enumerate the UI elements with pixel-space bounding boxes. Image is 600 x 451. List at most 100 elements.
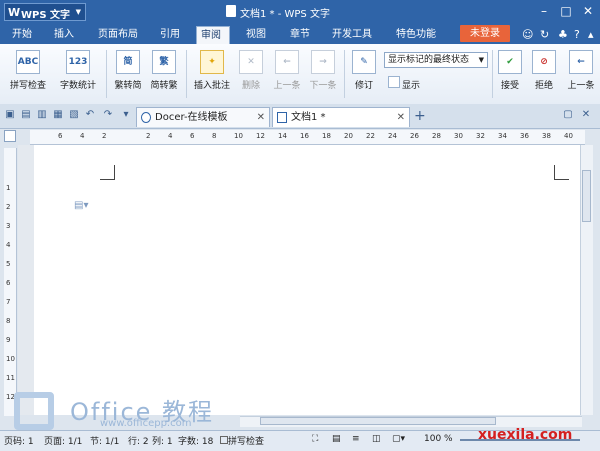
ruler-tick-label: 40 (564, 132, 573, 140)
simp-to-trad-label: 简转繁 (150, 81, 178, 91)
chevron-down-icon: ▼ (75, 8, 81, 16)
revise-button[interactable]: ✎ 修订 (348, 50, 380, 91)
page-view-icon[interactable]: ▤ (332, 434, 341, 444)
trad-to-simp-icon: 简 (116, 50, 140, 74)
ruler-tick-label: 4 (6, 241, 11, 249)
tab-chapter[interactable]: 章节 (286, 26, 314, 44)
refresh-icon[interactable]: ↻ (540, 28, 549, 41)
zoom-level[interactable]: 100 % (424, 434, 453, 444)
ruler-tick-label: 6 (190, 132, 195, 140)
ruler-tick-label: 10 (234, 132, 243, 140)
next-comment-icon: → (311, 50, 335, 74)
insert-comment-button[interactable]: ✦ 插入批注 (190, 50, 234, 91)
minimize-button[interactable]: – (534, 2, 554, 20)
wps-logo-icon: W (8, 6, 21, 19)
print-preview-icon[interactable]: ▧ (68, 109, 80, 121)
trad-to-simp-button[interactable]: 简 繁转简 (110, 50, 146, 91)
tab-reference[interactable]: 引用 (156, 26, 184, 44)
ruler-tick-label: 38 (542, 132, 551, 140)
vertical-scroll-thumb[interactable] (582, 170, 591, 222)
new-tab-button[interactable]: + (414, 108, 426, 124)
restore-tab-icon[interactable]: ▢ (562, 109, 574, 121)
show-markup-button[interactable]: 显示 (402, 78, 420, 91)
ruler-tick-label: 20 (344, 132, 353, 140)
web-view-icon[interactable]: ◫ (372, 434, 381, 444)
tab-review[interactable]: 审阅 (196, 26, 230, 44)
ruler-tick-label: 3 (6, 222, 11, 230)
ruler-tab-selector[interactable] (4, 130, 16, 142)
reading-view-icon[interactable]: ▢▾ (392, 434, 405, 444)
tab-special-features[interactable]: 特色功能 (392, 26, 440, 44)
maximize-button[interactable]: □ (556, 2, 576, 20)
status-section: 节: 1/1 (90, 437, 120, 447)
open-folder-icon[interactable]: ▣ (4, 109, 16, 121)
ruler-tick-label: 7 (6, 298, 11, 306)
tab-developer[interactable]: 开发工具 (328, 26, 376, 44)
redo-icon[interactable]: ↷ (102, 109, 114, 121)
tab-view[interactable]: 视图 (242, 26, 270, 44)
prev-revision-label: 上一条 (567, 81, 595, 91)
tab-page-layout[interactable]: 页面布局 (94, 26, 142, 44)
next-comment-button[interactable]: → 下一条 (306, 50, 340, 91)
tab-insert[interactable]: 插入 (50, 26, 78, 44)
save-icon[interactable]: ▤ (20, 109, 32, 121)
app-menu-button[interactable]: W WPS 文字 ▼ (4, 3, 86, 21)
ruler-tick-label: 12 (256, 132, 265, 140)
shirt-icon[interactable]: ♣ (558, 28, 568, 41)
ruler-tick-label: 28 (432, 132, 441, 140)
outline-view-icon[interactable]: ≡ (352, 434, 360, 444)
spell-check-status-icon (220, 436, 228, 444)
paste-options-icon[interactable]: ▤▾ (74, 200, 88, 211)
simp-to-trad-button[interactable]: 繁 简转繁 (146, 50, 182, 91)
status-word-count: 字数: 18 (178, 437, 214, 447)
delete-comment-icon: ✕ (239, 50, 263, 74)
reject-button[interactable]: ⊘ 拒绝 (528, 50, 560, 91)
print-icon[interactable]: ▦ (52, 109, 64, 121)
skin-icon[interactable]: ☺ (522, 28, 533, 41)
ribbon-separator (344, 50, 345, 98)
accept-button[interactable]: ✔ 接受 (494, 50, 526, 91)
ribbon-separator (106, 50, 107, 98)
close-doc-icon[interactable]: ✕ (580, 109, 592, 121)
chevron-down-icon: ▼ (478, 56, 484, 64)
spell-check-button[interactable]: ABC 拼写检查 (6, 50, 50, 91)
customize-toolbar-icon[interactable]: ▾ (120, 109, 132, 121)
doc-tab-docer[interactable]: Docer-在线模板 ✕ (136, 107, 270, 127)
horizontal-ruler[interactable]: 6 4 2 2 4 6 8 10 12 14 16 18 20 22 24 26 28 30 32 34 36 38 40 (30, 130, 585, 145)
word-count-button[interactable]: 123 字数统计 (56, 50, 100, 91)
document-page[interactable]: ▤▾ (34, 145, 582, 415)
ruler-tick-label: 6 (58, 132, 63, 140)
ruler-tick-label: 6 (6, 279, 11, 287)
undo-icon[interactable]: ↶ (84, 109, 96, 121)
delete-comment-button[interactable]: ✕ 删除 (236, 50, 266, 91)
ruler-tick-label: 22 (366, 132, 375, 140)
prev-comment-button[interactable]: ← 上一条 (270, 50, 304, 91)
tab-start[interactable]: 开始 (8, 26, 36, 44)
ruler-tick-label: 2 (102, 132, 107, 140)
collapse-ribbon-icon[interactable]: ▴ (588, 28, 594, 41)
doc-tab-document1[interactable]: 文档1 * ✕ (272, 107, 410, 127)
close-tab-icon[interactable]: ✕ (257, 108, 265, 127)
vertical-ruler[interactable]: 1 2 3 4 5 6 7 8 9 10 11 12 (4, 148, 17, 416)
trad-to-simp-label: 繁转简 (114, 81, 142, 91)
revise-label: 修订 (354, 81, 373, 91)
markup-display-select[interactable]: 显示标记的最终状态 ▼ (384, 52, 488, 68)
ruler-tick-label: 10 (6, 355, 15, 363)
horizontal-scroll-thumb[interactable] (260, 417, 496, 425)
close-button[interactable]: ✕ (578, 2, 598, 20)
markup-display-value: 显示标记的最终状态 (388, 55, 470, 65)
help-icon[interactable]: ? (574, 28, 580, 41)
word-count-label: 字数统计 (59, 81, 96, 91)
watermark-url: www.officepp.com (100, 418, 192, 429)
pdf-icon[interactable]: ▥ (36, 109, 48, 121)
login-button[interactable]: 未登录 (460, 25, 510, 42)
close-tab-icon[interactable]: ✕ (397, 108, 405, 127)
prev-revision-button[interactable]: ← 上一条 (562, 50, 600, 91)
full-screen-icon[interactable]: ⛶ (312, 434, 318, 444)
docer-icon (141, 112, 151, 123)
ruler-tick-label: 14 (278, 132, 287, 140)
status-spell-check[interactable]: 拼写检查 (228, 434, 264, 447)
ruler-tick-label: 2 (6, 203, 11, 211)
window-title: 文档1 * - WPS 文字 (240, 9, 330, 20)
simp-to-trad-icon: 繁 (152, 50, 176, 74)
